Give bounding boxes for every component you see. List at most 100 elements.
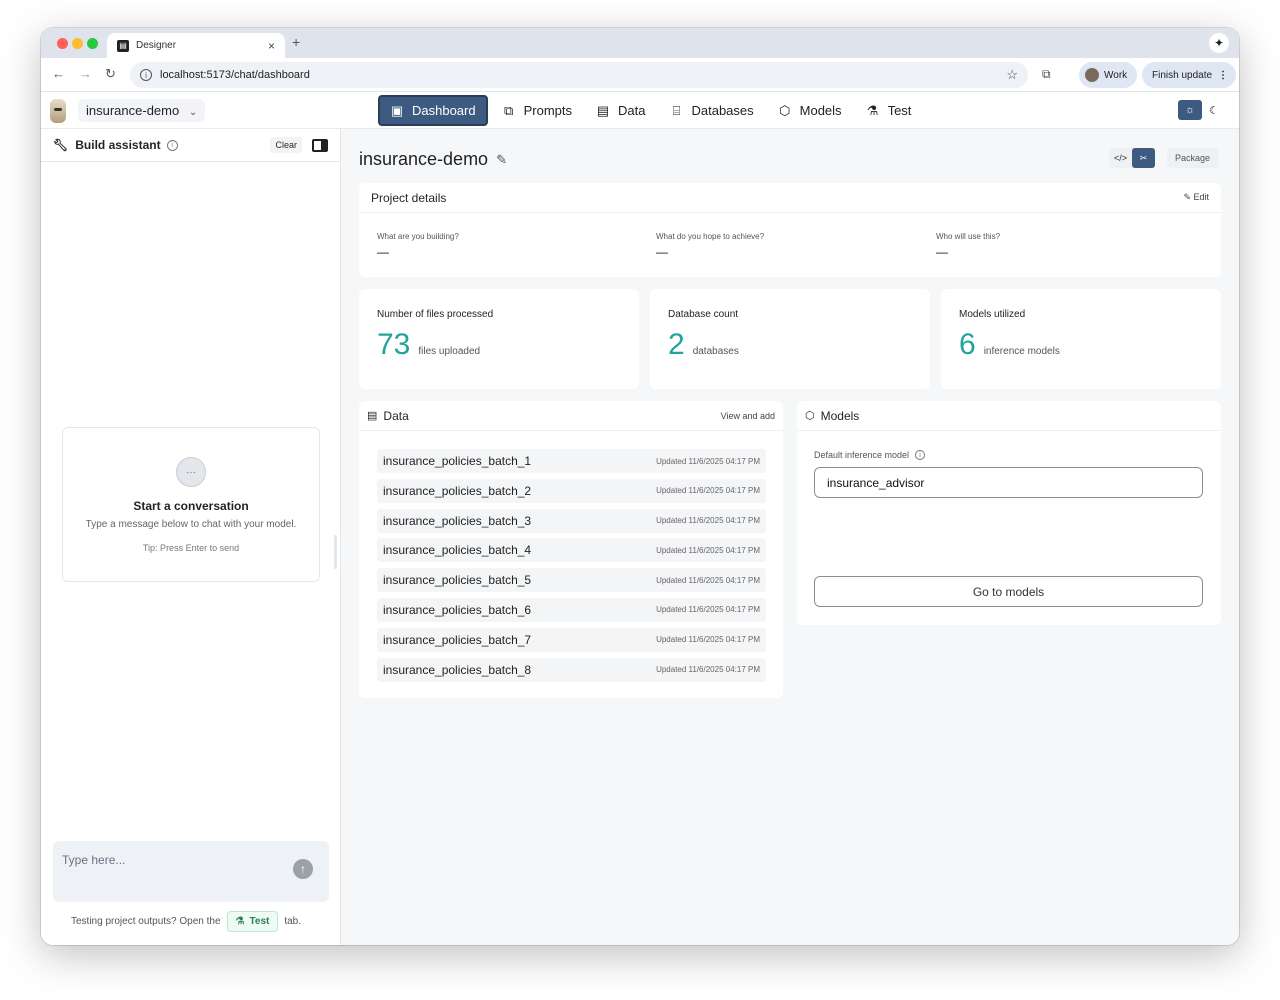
project-selector[interactable]: insurance-demo ⌄ xyxy=(50,97,206,124)
models-card-title: Models xyxy=(820,408,860,423)
site-info-icon[interactable]: i xyxy=(140,69,152,81)
tab-test[interactable]: ⚗ Test xyxy=(856,95,922,126)
browser-tab[interactable]: ▤ Designer × xyxy=(107,33,285,58)
panel-toggle-icon[interactable] xyxy=(312,138,328,152)
dataset-name: insurance_policies_batch_5 xyxy=(383,573,532,588)
minimize-window-button[interactable] xyxy=(72,38,83,49)
list-item[interactable]: insurance_policies_batch_2 Updated 11/6/2… xyxy=(377,478,766,503)
close-window-button[interactable] xyxy=(57,38,68,49)
list-item[interactable]: insurance_policies_batch_8 Updated 11/6/2… xyxy=(377,657,766,682)
default-model-select[interactable]: insurance_advisor xyxy=(814,467,1203,498)
edit-title-icon[interactable]: ✎ xyxy=(496,152,507,168)
finish-update-button[interactable]: Finish update ⋮ xyxy=(1142,62,1237,88)
code-view-icon[interactable]: </> xyxy=(1109,148,1132,168)
dataset-name: insurance_policies_batch_1 xyxy=(383,454,532,468)
default-model-label: Default inference model i xyxy=(814,450,926,460)
url-bar[interactable]: i localhost:5173/chat/dashboard ☆ xyxy=(130,62,1028,88)
moon-icon[interactable]: ☾ xyxy=(1202,100,1226,120)
favicon-icon: ▤ xyxy=(117,39,129,52)
tab-data[interactable]: ▤ Data xyxy=(586,95,655,126)
tab-dashboard-label: Dashboard xyxy=(412,103,476,118)
forward-icon[interactable]: → xyxy=(79,66,92,81)
tab-prompts[interactable]: ⧉ Prompts xyxy=(492,95,582,126)
build-assistant-panel: 🔧︎ Build assistant i Clear ··· Start a c… xyxy=(41,129,341,945)
stat-databases-value: 2 xyxy=(668,328,685,361)
stat-databases-unit: databases xyxy=(692,346,739,357)
back-icon[interactable]: ← xyxy=(52,66,65,81)
main-nav: ▣ Dashboard ⧉ Prompts ▤ Data ⌸ Databases… xyxy=(378,95,921,126)
test-tab-button[interactable]: ⚗ Test xyxy=(226,911,279,932)
tab-dashboard[interactable]: ▣ Dashboard xyxy=(378,95,488,126)
package-button[interactable]: Package xyxy=(1167,148,1219,168)
dataset-updated: Updated 11/6/2025 04:17 PM xyxy=(656,665,760,675)
edit-label: Edit xyxy=(1193,192,1209,202)
stat-files: Number of files processed 73 files uploa… xyxy=(359,289,639,389)
data-card: ▤ Data View and add insurance_policies_b… xyxy=(359,401,783,698)
data-card-header: ▤ Data View and add xyxy=(359,401,783,431)
tab-models-label: Models xyxy=(799,103,842,118)
tab-databases[interactable]: ⌸ Databases xyxy=(659,95,763,126)
list-item[interactable]: insurance_policies_batch_5 Updated 11/6/2… xyxy=(377,568,766,593)
chat-input[interactable]: Type here... ↑ xyxy=(53,841,329,902)
cast-icon[interactable]: ⧉ xyxy=(1042,67,1051,82)
answer-building: — xyxy=(377,245,389,259)
stat-models-unit: inference models xyxy=(983,346,1060,357)
wrench-icon: 🔧︎ xyxy=(53,138,69,152)
dataset-updated: Updated 11/6/2025 04:17 PM xyxy=(656,635,760,645)
design-view-icon[interactable]: ✂ xyxy=(1132,148,1155,168)
dataset-updated: Updated 11/6/2025 04:17 PM xyxy=(656,605,760,615)
edit-button[interactable]: ✎ Edit xyxy=(1183,192,1209,203)
stat-models-value: 6 xyxy=(959,328,976,361)
clear-button[interactable]: Clear xyxy=(270,137,302,153)
list-item[interactable]: insurance_policies_batch_3 Updated 11/6/2… xyxy=(377,508,766,533)
prompts-icon: ⧉ xyxy=(503,102,514,118)
profile-button[interactable]: Work xyxy=(1079,62,1138,88)
go-to-models-button[interactable]: Go to models xyxy=(814,576,1203,607)
avatar xyxy=(1085,68,1099,82)
info-icon[interactable]: i xyxy=(915,450,926,460)
maximize-window-button[interactable] xyxy=(87,38,98,49)
dataset-name: insurance_policies_batch_6 xyxy=(383,602,532,617)
sidebar-title: Build assistant xyxy=(75,138,161,152)
empty-tip: Tip: Press Enter to send xyxy=(142,543,240,553)
stat-databases: Database count 2 databases xyxy=(650,289,930,389)
send-button[interactable]: ↑ xyxy=(293,859,313,879)
app-nav: insurance-demo ⌄ ▣ Dashboard ⧉ Prompts ▤… xyxy=(41,92,1239,129)
tab-strip: ▤ Designer × + ✦ xyxy=(41,28,1239,58)
view-toggle: </> ✂ xyxy=(1109,148,1155,168)
view-and-add-link[interactable]: View and add xyxy=(721,411,775,421)
tab-models[interactable]: ⬡ Models xyxy=(768,95,852,126)
profile-label: Work xyxy=(1104,69,1128,81)
list-item[interactable]: insurance_policies_batch_7 Updated 11/6/2… xyxy=(377,627,766,652)
page-title: insurance-demo ✎ xyxy=(359,149,507,170)
models-icon: ⬡ xyxy=(778,102,791,118)
project-name[interactable]: insurance-demo ⌄ xyxy=(78,99,206,122)
project-name-label: insurance-demo xyxy=(86,103,180,118)
info-icon[interactable]: i xyxy=(166,139,178,151)
list-item[interactable]: insurance_policies_batch_1 Updated 11/6/2… xyxy=(377,449,766,473)
finish-update-label: Finish update xyxy=(1152,69,1213,81)
stat-files-label: Number of files processed xyxy=(377,309,494,320)
project-details-card: Project details ✎ Edit What are you buil… xyxy=(359,183,1221,277)
dataset-name: insurance_policies_batch_8 xyxy=(383,662,532,677)
address-row: ← → ↻ i localhost:5173/chat/dashboard ☆ … xyxy=(41,58,1239,92)
flask-icon: ⚗ xyxy=(866,102,879,118)
star-icon[interactable]: ☆ xyxy=(1006,67,1018,83)
spark-icon[interactable]: ✦ xyxy=(1209,33,1229,53)
empty-title: Start a conversation xyxy=(133,499,249,513)
testing-suffix: tab. xyxy=(284,916,302,927)
list-item[interactable]: insurance_policies_batch_4 Updated 11/6/2… xyxy=(377,538,766,563)
question-achieve: What do you hope to achieve? xyxy=(656,232,765,241)
tab-close-icon[interactable]: × xyxy=(268,39,275,53)
dashboard-icon: ▣ xyxy=(390,102,404,118)
reload-icon[interactable]: ↻ xyxy=(105,66,116,82)
resize-handle[interactable] xyxy=(334,535,337,569)
sun-icon[interactable]: ☼ xyxy=(1178,100,1202,120)
stat-databases-label: Database count xyxy=(668,309,739,320)
testing-note: Testing project outputs? Open the ⚗ Test… xyxy=(71,911,301,932)
models-card-header: ⬡ Models xyxy=(797,401,1221,431)
list-item[interactable]: insurance_policies_batch_6 Updated 11/6/2… xyxy=(377,597,766,622)
dashboard-main: insurance-demo ✎ </> ✂ Package Project d… xyxy=(341,129,1239,945)
new-tab-button[interactable]: + xyxy=(292,34,300,50)
dataset-name: insurance_policies_batch_7 xyxy=(383,632,532,647)
